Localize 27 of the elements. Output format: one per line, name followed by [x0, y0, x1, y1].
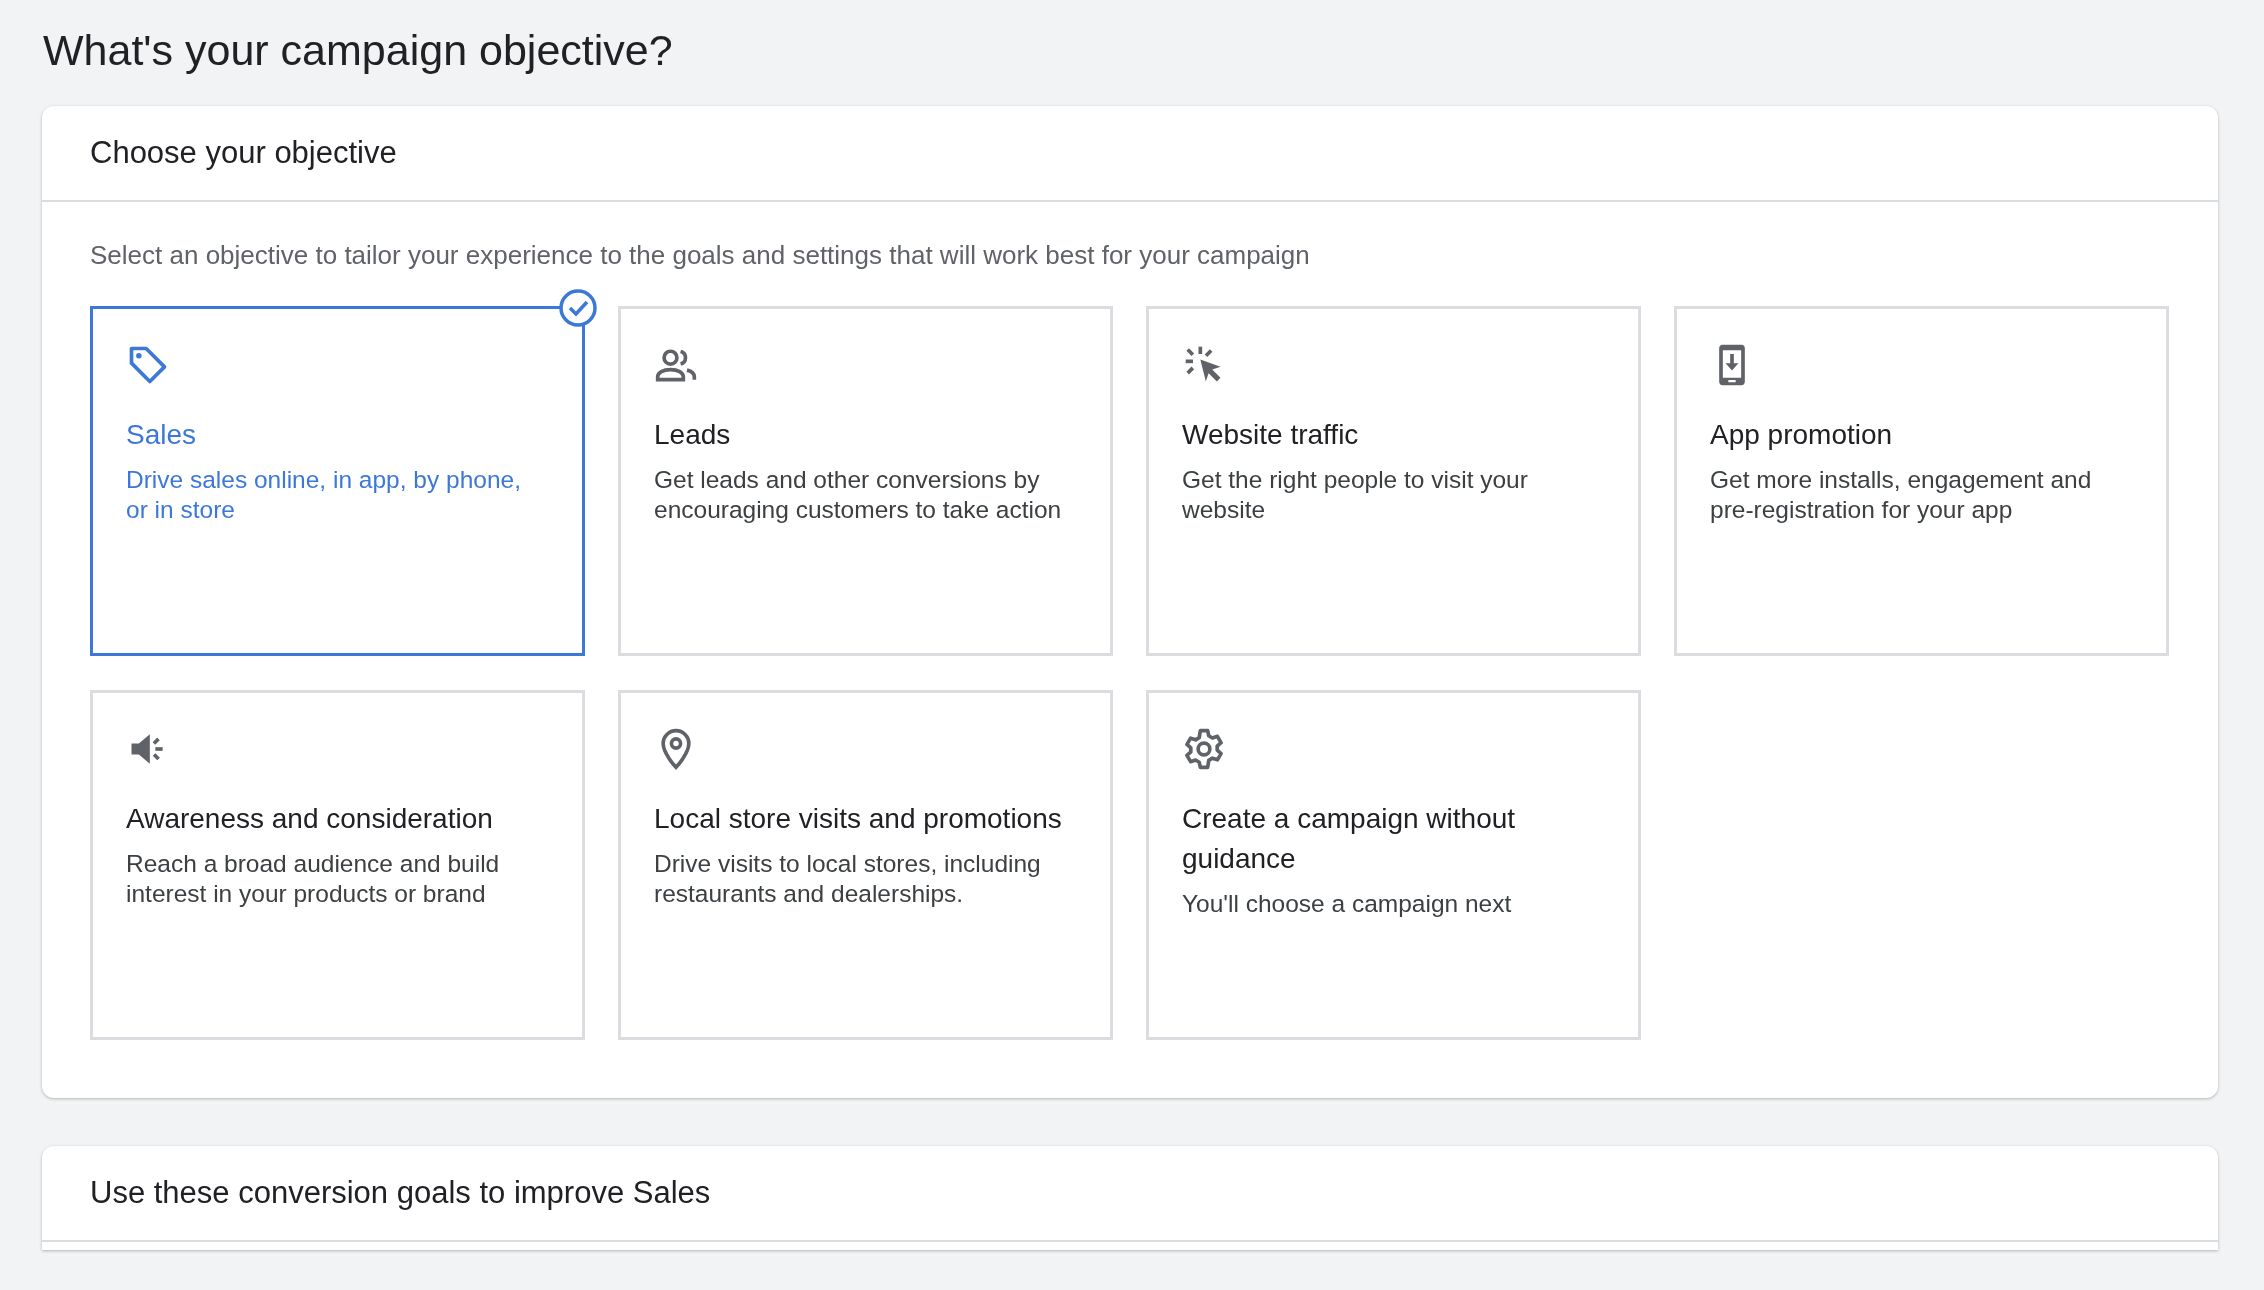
- objective-description: Get more installs, engagement and pre-registration for your app: [1710, 465, 2093, 525]
- objective-tile[interactable]: Local store visits and promotions Drive visits to local stores, including restaurants and dealerships.: [618, 690, 1113, 1040]
- objective-description: Get leads and other conversions by encouraging customers to take action: [654, 465, 1063, 525]
- objective-tile[interactable]: Leads Get leads and other conversions by encouraging customers to take action: [618, 306, 1113, 656]
- objective-title: Leads: [654, 418, 732, 452]
- page-title: What's your campaign objective?: [42, 25, 674, 76]
- objective-tile[interactable]: Awareness and consideration Reach a broad audience and build interest in your products or brand: [90, 690, 585, 1040]
- objective-title: Local store visits and promotions: [654, 802, 1063, 836]
- objective-title: Awareness and consideration: [126, 802, 494, 836]
- objective-tile[interactable]: App promotion Get more installs, engagement and pre-registration for your app: [1674, 306, 2169, 656]
- gear-icon: [1182, 727, 1226, 771]
- objective-description: Get the right people to visit your website: [1182, 465, 1529, 525]
- objective-title: Sales: [126, 418, 198, 452]
- objective-tile[interactable]: Website traffic Get the right people to visit your website: [1146, 306, 1641, 656]
- objective-description: Drive sales online, in app, by phone, or in store: [126, 465, 522, 525]
- objective-title: Website traffic: [1182, 418, 1360, 452]
- checkmark-icon: [558, 288, 598, 328]
- objective-tile[interactable]: Create a campaign without guidance You'll choose a campaign next: [1146, 690, 1641, 1040]
- card-description: Select an objective to tailor your experience to the goals and settings that will work best for your campaign: [89, 239, 1311, 272]
- objective-title: Create a campaign without guidance: [1182, 802, 1517, 876]
- card-title: Choose your objective: [42, 106, 2218, 202]
- objective-title: App promotion: [1710, 418, 1894, 452]
- objective-tile[interactable]: Sales Drive sales online, in app, by phone, or in store: [90, 306, 585, 656]
- objective-description: Reach a broad audience and build interest in your products or brand: [126, 849, 501, 909]
- card-title: Use these conversion goals to improve Sales: [42, 1146, 2218, 1242]
- objective-description: You'll choose a campaign next: [1182, 889, 1513, 919]
- objective-description: Drive visits to local stores, including restaurants and dealerships.: [654, 849, 1042, 909]
